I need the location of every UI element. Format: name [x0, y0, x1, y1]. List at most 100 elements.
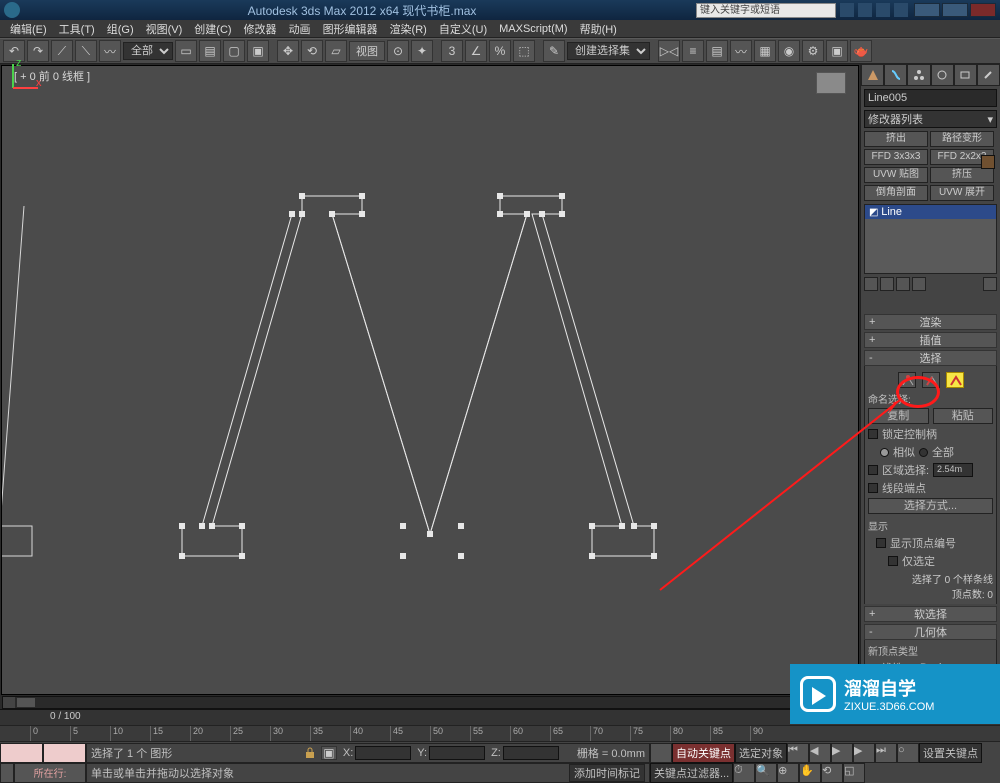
- tick-90: 90: [750, 726, 763, 741]
- watermark-name: 溜溜自学: [844, 675, 934, 701]
- mod-uvwmap[interactable]: UVW 贴图: [864, 167, 928, 183]
- track-cell-2[interactable]: [43, 743, 86, 763]
- menu-bar: 编辑(E) 工具(T) 组(G) 视图(V) 创建(C) 修改器 动画 图形编辑…: [0, 20, 1000, 38]
- menu-edit[interactable]: 编辑(E): [4, 21, 53, 37]
- help-icon[interactable]: [840, 3, 854, 17]
- mod-ffd333[interactable]: FFD 3x3x3: [864, 149, 928, 165]
- track-cell-1[interactable]: [0, 743, 43, 763]
- similar-radio[interactable]: [880, 448, 889, 457]
- close-button[interactable]: [970, 3, 996, 17]
- tick-75: 75: [630, 726, 643, 741]
- make-unique-button[interactable]: [896, 277, 910, 291]
- mod-pathdeform[interactable]: 路径变形: [930, 131, 994, 147]
- viewport-front[interactable]: z x: [1, 65, 859, 695]
- menu-customize[interactable]: 自定义(U): [433, 21, 493, 37]
- info-icon[interactable]: [894, 3, 908, 17]
- viewport-hscroll[interactable]: [2, 696, 858, 709]
- tick-65: 65: [550, 726, 563, 741]
- viewport-label[interactable]: [ + 0 前 0 线框 ]: [8, 66, 96, 86]
- selected-only-checkbox[interactable]: [888, 556, 898, 566]
- command-panel: Line005 修改器列表▾ 挤出 路径变形 FFD 3x3x3 FFD 2x2…: [860, 64, 1000, 709]
- hierarchy-tab[interactable]: [907, 64, 930, 86]
- goto-start-button[interactable]: ⏮: [787, 743, 809, 763]
- mod-extrude[interactable]: 挤出: [864, 131, 928, 147]
- all-radio[interactable]: [919, 448, 928, 457]
- menu-group[interactable]: 组(G): [101, 21, 140, 37]
- isolate-button[interactable]: ▣: [321, 746, 337, 760]
- rollout-selection[interactable]: -选择: [864, 350, 997, 366]
- select-by-button[interactable]: 选择方式...: [868, 498, 993, 514]
- menu-views[interactable]: 视图(V): [140, 21, 189, 37]
- spline-subobj-icon[interactable]: [946, 372, 964, 388]
- z-input[interactable]: [503, 746, 559, 760]
- remove-modifier-button[interactable]: [912, 277, 926, 291]
- menu-tools[interactable]: 工具(T): [53, 21, 101, 37]
- copy-named-sel-button[interactable]: 复制: [868, 408, 929, 424]
- tick-70: 70: [590, 726, 603, 741]
- segment-end-checkbox[interactable]: [868, 483, 878, 493]
- rollout-render[interactable]: +渲染: [864, 314, 997, 330]
- maximize-button[interactable]: [942, 3, 968, 17]
- named-selection-label: 命名选择:: [868, 391, 993, 406]
- set-key-button[interactable]: 设置关键点: [919, 743, 982, 763]
- lock-handles-checkbox[interactable]: [868, 429, 878, 439]
- scroll-thumb[interactable]: [17, 698, 35, 707]
- lock-icon[interactable]: [305, 747, 315, 759]
- favorites-icon[interactable]: [876, 3, 890, 17]
- minimize-button[interactable]: [914, 3, 940, 17]
- display-tab[interactable]: [954, 64, 977, 86]
- show-vertex-num-checkbox[interactable]: [876, 538, 886, 548]
- auto-key-button[interactable]: 自动关键点: [672, 743, 735, 763]
- stack-item-line[interactable]: ◩ Line: [865, 205, 996, 219]
- menu-help[interactable]: 帮助(H): [574, 21, 623, 37]
- menu-create[interactable]: 创建(C): [188, 21, 237, 37]
- object-color-swatch[interactable]: [981, 155, 995, 169]
- show-end-result-button[interactable]: [880, 277, 894, 291]
- configure-modifier-sets-button[interactable]: [983, 277, 997, 291]
- area-select-checkbox[interactable]: [868, 465, 878, 475]
- stack-toolbar: [861, 274, 1000, 294]
- next-frame-button[interactable]: ▶: [853, 743, 875, 763]
- modifier-list-dropdown[interactable]: 修改器列表▾: [864, 110, 997, 128]
- object-name-field[interactable]: Line005: [864, 89, 997, 107]
- signin-icon[interactable]: [858, 3, 872, 17]
- watermark-overlay: 溜溜自学 ZIXUE.3D66.COM: [790, 664, 1000, 724]
- watermark-logo-icon: [800, 676, 836, 712]
- timeline-ruler[interactable]: 0 5 10 15 20 25 30 35 40 45 50 55 60 65 …: [0, 725, 1000, 741]
- app-icon[interactable]: [4, 2, 20, 18]
- add-time-tag-button[interactable]: 添加时间标记: [569, 764, 645, 782]
- goto-end-button[interactable]: ⏭: [875, 743, 897, 763]
- set-key-large-button[interactable]: ○: [897, 743, 919, 763]
- key-mode-toggle[interactable]: [650, 743, 672, 763]
- menu-animation[interactable]: 动画: [283, 21, 317, 37]
- utilities-tab[interactable]: [977, 64, 1000, 86]
- rollout-geometry[interactable]: -几何体: [864, 624, 997, 640]
- modify-tab[interactable]: [884, 64, 907, 86]
- area-select-spinner[interactable]: 2.54m: [933, 463, 973, 477]
- mod-uvwunwrap[interactable]: UVW 展开: [930, 185, 994, 201]
- vertex-subobj-icon[interactable]: [898, 372, 916, 388]
- mod-bevelprofile[interactable]: 倒角剖面: [864, 185, 928, 201]
- tick-60: 60: [510, 726, 523, 741]
- mod-squeeze[interactable]: 挤压: [930, 167, 994, 183]
- paste-named-sel-button[interactable]: 粘贴: [933, 408, 994, 424]
- menu-modifiers[interactable]: 修改器: [238, 21, 283, 37]
- selected-objects-filter[interactable]: 选定对象: [735, 743, 787, 763]
- y-input[interactable]: [429, 746, 485, 760]
- menu-rendering[interactable]: 渲染(R): [384, 21, 433, 37]
- prev-frame-button[interactable]: ◀: [809, 743, 831, 763]
- pin-stack-button[interactable]: [864, 277, 878, 291]
- create-tab[interactable]: [861, 64, 884, 86]
- rollout-interpolation[interactable]: +插值: [864, 332, 997, 348]
- x-input[interactable]: [355, 746, 411, 760]
- play-button[interactable]: ▶: [831, 743, 853, 763]
- menu-maxscript[interactable]: MAXScript(M): [493, 23, 573, 35]
- rollout-soft-selection[interactable]: +软选择: [864, 606, 997, 622]
- modifier-stack[interactable]: ◩ Line: [864, 204, 997, 274]
- help-search-input[interactable]: 键入关键字或短语: [696, 3, 836, 18]
- menu-graph-editors[interactable]: 图形编辑器: [317, 21, 384, 37]
- scroll-left-arrow[interactable]: [3, 697, 15, 708]
- motion-tab[interactable]: [931, 64, 954, 86]
- subobject-level-row: [868, 372, 993, 388]
- segment-subobj-icon[interactable]: [922, 372, 940, 388]
